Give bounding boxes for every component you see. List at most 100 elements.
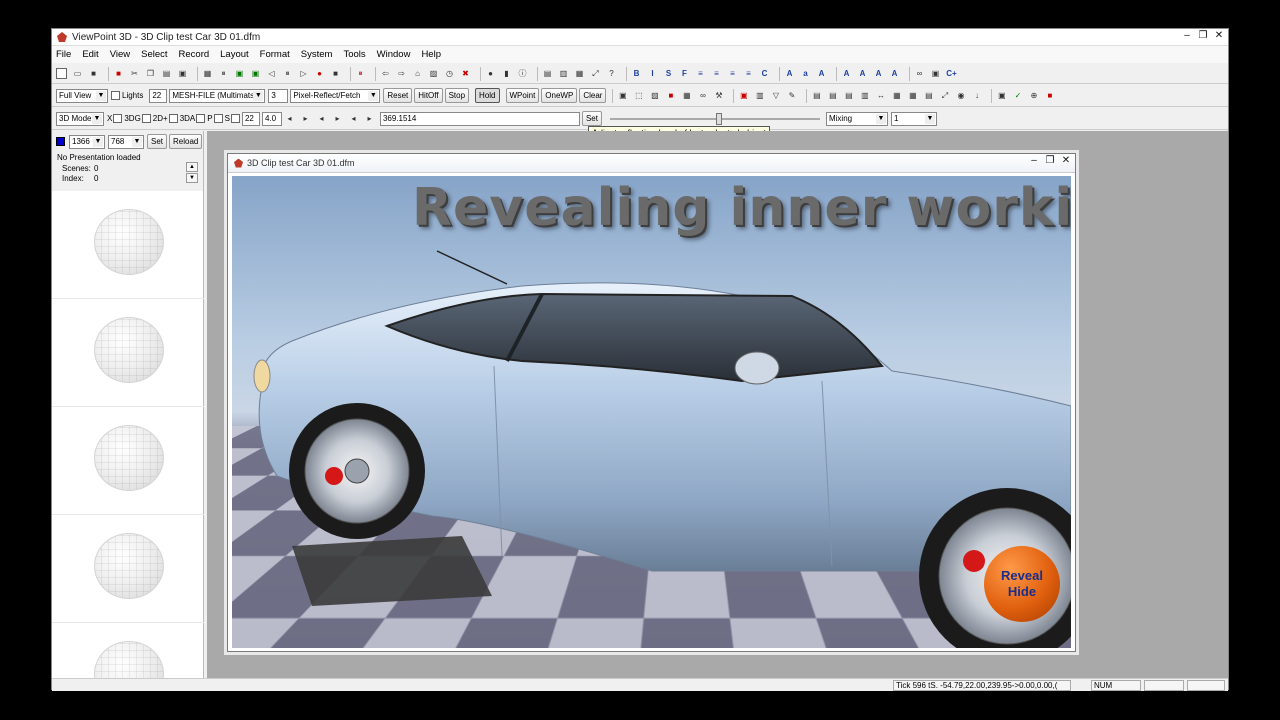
value-field-2[interactable]: 4.0 xyxy=(261,111,282,126)
text-down-icon[interactable]: A xyxy=(857,68,868,79)
home-icon[interactable]: ⌂ xyxy=(412,68,423,79)
font-icon[interactable]: F xyxy=(679,68,690,79)
image-icon[interactable]: ▨ xyxy=(428,68,439,79)
pixel-mode-select[interactable]: Pixel-Reflect/Fetch ▼ xyxy=(290,88,381,103)
scenes-spin-up-icon[interactable]: ▲ xyxy=(186,162,198,172)
arrow-right-icon[interactable]: ⇨ xyxy=(396,68,407,79)
link-icon[interactable]: ∞ xyxy=(914,68,925,79)
paste-style-icon[interactable]: ▥ xyxy=(754,90,765,101)
stack-icon[interactable]: ▦ xyxy=(907,90,918,101)
menu-view[interactable]: View xyxy=(110,49,130,60)
import-icon[interactable]: ▣ xyxy=(250,68,261,79)
restore-icon[interactable]: ❐ xyxy=(1196,30,1210,43)
export-icon[interactable]: ▣ xyxy=(234,68,245,79)
justify-icon[interactable]: ≡ xyxy=(743,68,754,79)
camera-icon[interactable]: ▥ xyxy=(558,68,569,79)
onewp-button[interactable]: OneWP xyxy=(541,88,578,103)
mix-value-select[interactable]: 1 ▼ xyxy=(890,111,937,126)
reflection-slider[interactable] xyxy=(609,112,820,125)
spread-icon[interactable]: ↔ xyxy=(875,90,886,101)
grid-icon[interactable]: ▦ xyxy=(574,68,585,79)
stop-icon[interactable]: ■ xyxy=(330,68,341,79)
menu-tools[interactable]: Tools xyxy=(343,49,365,60)
fill-icon[interactable]: ▽ xyxy=(770,90,781,101)
resize-icon[interactable]: ⤢ xyxy=(939,90,950,101)
value-field-1[interactable]: 22 xyxy=(241,111,260,126)
tool-icon[interactable]: ⚒ xyxy=(713,90,724,101)
step-left-icon[interactable]: ◂ xyxy=(284,113,295,124)
pause-record-icon[interactable]: ⏸ xyxy=(355,68,366,79)
clear-button[interactable]: Clear xyxy=(579,88,607,103)
3dg-checkbox[interactable] xyxy=(141,114,151,123)
doc-close-icon[interactable]: ✕ xyxy=(1059,155,1073,168)
2d-checkbox[interactable] xyxy=(168,114,178,123)
car-illustration[interactable] xyxy=(232,176,1071,648)
paint-icon[interactable]: ▣ xyxy=(738,90,749,101)
mesh-select[interactable]: MESH-FILE (Multimats ▼ xyxy=(169,88,266,103)
set-resolution-button[interactable]: Set xyxy=(147,134,168,149)
scene-thumbnail[interactable] xyxy=(52,191,204,299)
hold-button[interactable]: Hold xyxy=(475,88,500,103)
step-left-2-icon[interactable]: ◂ xyxy=(316,113,327,124)
close-file-icon[interactable]: ■ xyxy=(113,68,124,79)
step-left-3-icon[interactable]: ◂ xyxy=(348,113,359,124)
menu-record[interactable]: Record xyxy=(179,49,210,60)
stop-button[interactable]: Stop xyxy=(444,88,470,103)
menu-format[interactable]: Format xyxy=(260,49,290,60)
close-icon[interactable]: ✕ xyxy=(1212,30,1226,43)
reveal-hide-button[interactable]: Reveal Hide xyxy=(984,546,1060,622)
arrow-left-icon[interactable]: ⇦ xyxy=(380,68,391,79)
coordinate-field[interactable]: 369.1514 xyxy=(379,111,580,126)
color-swatch[interactable] xyxy=(56,137,65,146)
hitoff-button[interactable]: HitOff xyxy=(414,88,443,103)
align-left-icon[interactable]: ≡ xyxy=(695,68,706,79)
marker-icon[interactable]: ■ xyxy=(665,90,676,101)
font-style-icon[interactable]: A xyxy=(816,68,827,79)
step-back-icon[interactable]: ◁ xyxy=(266,68,277,79)
align-middle-icon[interactable]: ▤ xyxy=(827,90,838,101)
bold-icon[interactable]: B xyxy=(631,68,642,79)
width-select[interactable]: 1366 ▼ xyxy=(69,134,105,149)
slider-thumb[interactable] xyxy=(716,112,723,125)
paste-icon[interactable]: ▤ xyxy=(161,68,172,79)
step-right-icon[interactable]: ▸ xyxy=(300,113,311,124)
align-top-icon[interactable]: ▤ xyxy=(811,90,822,101)
circle-icon[interactable]: ● xyxy=(485,68,496,79)
code-icon[interactable]: C+ xyxy=(946,68,957,79)
reload-button[interactable]: Reload xyxy=(169,134,203,149)
marquee-icon[interactable]: ⬚ xyxy=(633,90,644,101)
tile-icon[interactable]: ▦ xyxy=(891,90,902,101)
mixing-select[interactable]: Mixing ▼ xyxy=(825,111,888,126)
step-right-3-icon[interactable]: ▸ xyxy=(364,113,375,124)
save-icon[interactable]: ■ xyxy=(88,68,99,79)
mode-select[interactable]: 3D Mode ▼ xyxy=(56,111,104,126)
scene-thumbnail[interactable] xyxy=(52,407,204,515)
move-down-icon[interactable]: ↓ xyxy=(971,90,982,101)
minimize-icon[interactable]: – xyxy=(1180,30,1194,43)
cascade-icon[interactable]: ▤ xyxy=(923,90,934,101)
help-cursor-icon[interactable]: ? xyxy=(606,68,617,79)
doc-maximize-icon[interactable]: ❐ xyxy=(1043,155,1057,168)
pause-icon[interactable]: ⏸ xyxy=(282,68,293,79)
3da-checkbox[interactable] xyxy=(196,114,206,123)
bar-icon[interactable]: ▮ xyxy=(501,68,512,79)
new-file-icon[interactable] xyxy=(56,68,67,79)
cut-icon[interactable]: ✂ xyxy=(129,68,140,79)
menu-window[interactable]: Window xyxy=(377,49,411,60)
view-select[interactable]: Full View ▼ xyxy=(56,88,108,103)
select-icon[interactable]: ▣ xyxy=(617,90,628,101)
align-right-icon[interactable]: ≡ xyxy=(727,68,738,79)
mesh-value-field[interactable]: 3 xyxy=(268,88,289,103)
crosshair-icon[interactable]: ⊕ xyxy=(1028,90,1039,101)
fit-icon[interactable]: ▨ xyxy=(649,90,660,101)
capture-icon[interactable]: ◉ xyxy=(955,90,966,101)
set-value-button[interactable]: Set xyxy=(581,111,602,126)
align-center-icon[interactable]: ≡ xyxy=(711,68,722,79)
info-icon[interactable]: ⓘ xyxy=(517,68,528,79)
menu-layout[interactable]: Layout xyxy=(220,49,249,60)
menu-file[interactable]: File xyxy=(56,49,71,60)
frame-icon[interactable]: ▦ xyxy=(202,68,213,79)
x-checkbox[interactable] xyxy=(113,114,123,123)
3d-viewport[interactable]: Revealing inner workings xyxy=(232,176,1071,648)
font-shrink-icon[interactable]: a xyxy=(800,68,811,79)
